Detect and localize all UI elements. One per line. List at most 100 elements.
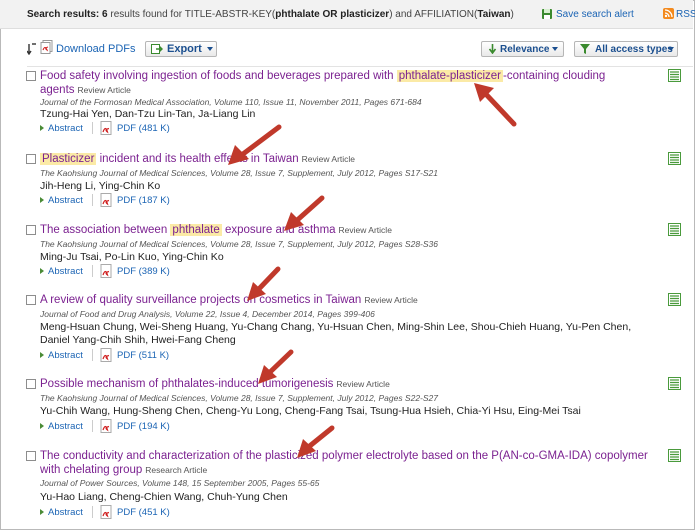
summary-mid: results found for TITLE-ABSTR-KEY( — [110, 9, 276, 20]
result-checkbox[interactable] — [26, 451, 36, 461]
title-text: incident and its health effects in Taiwa… — [96, 153, 299, 165]
result-title-link[interactable]: Possible mechanism of phthalates-induced… — [40, 378, 333, 390]
expand-triangle-icon — [40, 125, 44, 131]
save-alert-label: Save search alert — [556, 9, 634, 20]
abstract-label: Abstract — [48, 421, 83, 432]
title-text: The conductivity and characterization of… — [40, 450, 648, 476]
link-divider — [92, 506, 93, 518]
summary-mid2: ) and AFFILIATION( — [389, 9, 478, 20]
title-text: exposure and asthma — [221, 224, 336, 236]
rss-icon — [663, 8, 674, 22]
authors: Ming-Ju Tsai, Po-Lin Kuo, Ying-Chin Ko — [40, 251, 224, 263]
pdf-icon — [100, 193, 113, 210]
result-checkbox[interactable] — [26, 379, 36, 389]
pdf-label: PDF (511 K) — [117, 350, 170, 361]
result-title-link[interactable]: The conductivity and characterization of… — [40, 450, 648, 476]
summary-end: ) — [510, 9, 514, 20]
toolbar-divider — [27, 66, 693, 67]
journal-citation: Journal of Power Sources, Volume 148, 15… — [40, 478, 320, 488]
link-divider — [92, 194, 93, 206]
preview-icon[interactable] — [668, 293, 681, 311]
export-button[interactable]: Export — [145, 41, 217, 57]
rss-label: RSS — [676, 9, 695, 20]
pdf-label: PDF (481 K) — [117, 123, 170, 134]
authors: Yu-Hao Liang, Cheng-Chien Wang, Chuh-Yun… — [40, 491, 288, 503]
preview-icon[interactable] — [668, 449, 681, 467]
results-header: Search results: 6 results found for TITL… — [0, 0, 695, 29]
article-type: Review Article — [336, 379, 390, 389]
journal-citation: Journal of the Formosan Medical Associat… — [40, 97, 422, 107]
abstract-label: Abstract — [48, 195, 83, 206]
filter-icon — [580, 44, 590, 57]
preview-icon[interactable] — [668, 69, 681, 87]
preview-icon[interactable] — [668, 223, 681, 241]
expand-triangle-icon — [40, 268, 44, 274]
chevron-down-icon — [668, 47, 674, 51]
title-text: Food safety involving ingestion of foods… — [40, 70, 397, 82]
chevron-down-icon — [552, 47, 558, 51]
pdf-icon — [100, 264, 113, 281]
result-title-link[interactable]: Plasticizer incident and its health effe… — [40, 153, 299, 165]
expand-triangle-icon — [40, 352, 44, 358]
authors: Tzung-Hai Yen, Dan-Tzu Lin-Tan, Ja-Liang… — [40, 108, 256, 120]
result-checkbox[interactable] — [26, 154, 36, 164]
access-types-filter-button[interactable]: All access types — [574, 41, 678, 57]
pdf-label: PDF (389 K) — [117, 266, 170, 277]
title-highlight: phthalate — [170, 224, 222, 236]
link-divider — [92, 349, 93, 361]
result-checkbox[interactable] — [26, 295, 36, 305]
export-icon — [151, 44, 163, 57]
select-arrow-icon[interactable] — [26, 42, 38, 60]
pdf-label: PDF (451 K) — [117, 507, 170, 518]
authors: Jih-Heng Li, Ying-Chin Ko — [40, 180, 161, 192]
expand-triangle-icon — [40, 197, 44, 203]
journal-citation: The Kaohsiung Journal of Medical Science… — [40, 239, 439, 249]
abstract-label: Abstract — [48, 507, 83, 518]
link-divider — [92, 122, 93, 134]
save-alert-icon — [541, 8, 553, 23]
result-title-link[interactable]: A review of quality surveillance project… — [40, 294, 361, 306]
summary-query: phthalate OR plasticizer — [275, 9, 390, 20]
pdf-icon — [100, 505, 113, 522]
result-title-link[interactable]: The association between phthalate exposu… — [40, 224, 336, 236]
journal-citation: Journal of Food and Drug Analysis, Volum… — [40, 309, 375, 319]
preview-icon[interactable] — [668, 152, 681, 170]
result-checkbox[interactable] — [26, 225, 36, 235]
article-type: Review Article — [364, 295, 418, 305]
pdf-icon — [100, 121, 113, 138]
result-title-line: A review of quality surveillance project… — [40, 293, 650, 307]
result-title-line: Food safety involving ingestion of foods… — [40, 69, 650, 97]
link-divider — [92, 420, 93, 432]
pdf-stack-icon — [40, 40, 54, 58]
title-text: The association between — [40, 224, 171, 236]
title-text: A review of quality surveillance project… — [40, 294, 362, 306]
export-label: Export — [167, 43, 202, 55]
download-pdfs-label: Download PDFs — [56, 43, 136, 55]
authors: Yu-Chih Wang, Hung-Sheng Chen, Cheng-Yu … — [40, 405, 581, 417]
save-search-alert-link[interactable]: Save search alert — [542, 9, 634, 20]
access-types-label: All access types — [595, 44, 673, 55]
rss-link[interactable]: RSS — [663, 8, 695, 20]
article-type: Review Article — [301, 154, 356, 164]
article-type: Review Article — [338, 225, 392, 235]
abstract-label: Abstract — [48, 350, 83, 361]
article-type: Review Article — [77, 85, 131, 95]
title-highlight: phthalate-plasticizer — [396, 70, 504, 82]
pdf-label: PDF (194 K) — [117, 421, 170, 432]
summary-affil: Taiwan — [477, 9, 511, 20]
pdf-label: PDF (187 K) — [117, 195, 170, 206]
preview-icon[interactable] — [668, 377, 681, 395]
pdf-icon — [100, 348, 113, 365]
article-type: Research Article — [145, 465, 208, 475]
sort-relevance-button[interactable]: Relevance — [481, 41, 564, 57]
result-title-line: Plasticizer incident and its health effe… — [40, 152, 650, 166]
abstract-label: Abstract — [48, 123, 83, 134]
results-summary: Search results: 6 results found for TITL… — [27, 9, 514, 20]
result-title-line: The association between phthalate exposu… — [40, 223, 650, 237]
result-checkbox[interactable] — [26, 71, 36, 81]
expand-triangle-icon — [40, 509, 44, 515]
title-highlight: Plasticizer — [40, 153, 97, 165]
result-title-line: The conductivity and characterization of… — [40, 449, 650, 477]
result-title-line: Possible mechanism of phthalates-induced… — [40, 377, 650, 391]
summary-prefix: Search results: — [27, 9, 100, 20]
